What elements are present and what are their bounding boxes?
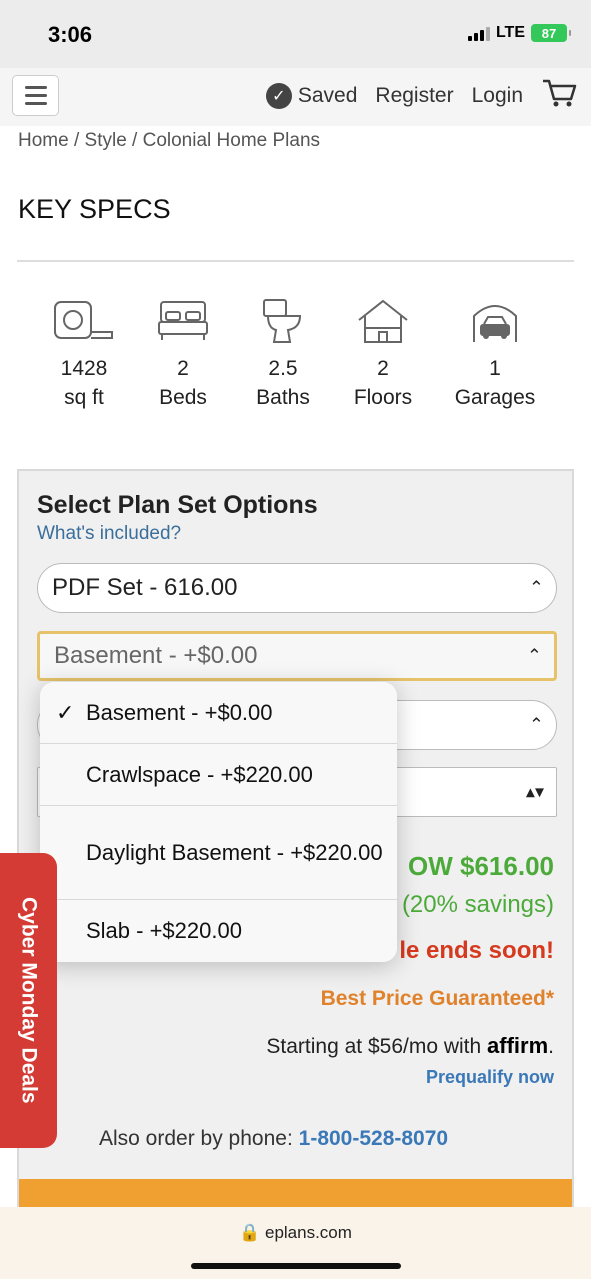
spec-beds: 2 Beds (128, 298, 238, 412)
option-label: Daylight Basement - +$220.00 (86, 839, 383, 865)
top-nav: ✓ Saved Register Login (0, 68, 591, 126)
option-label: Crawlspace - +$220.00 (86, 761, 313, 787)
dropdown-option[interactable]: Slab - +$220.00 (40, 900, 397, 962)
status-bar: 3:06 LTE 87 (0, 0, 591, 68)
spec-garages: 1 Garages (440, 298, 550, 412)
spec-value: 1 (489, 357, 501, 380)
add-to-cart-bar[interactable] (19, 1179, 572, 1209)
spec-label: Baths (256, 386, 310, 409)
option-label: Slab - +$220.00 (86, 918, 242, 943)
url-text: eplans.com (264, 1223, 352, 1242)
url-display: 🔒 eplans.com (0, 1223, 591, 1243)
lock-icon: 🔒 (239, 1223, 261, 1242)
network-label: LTE (495, 24, 525, 41)
status-time: 3:06 (48, 22, 93, 47)
best-price-text: Best Price Guaranteed* (320, 987, 554, 1010)
affirm-logo: affirm (487, 1033, 549, 1058)
savings-text: (20% savings) (401, 891, 554, 918)
up-down-arrows-icon: ▴▾ (525, 781, 544, 802)
signal-icon (467, 25, 490, 41)
battery-icon: 87 (531, 24, 571, 42)
chevron-updown-icon: ⌃ (528, 714, 544, 735)
cyber-monday-tab[interactable]: Cyber Monday Deals (0, 853, 57, 1148)
bed-icon (158, 301, 208, 340)
sale-ends-text: le ends soon! (399, 937, 554, 964)
spec-floors: 2 Floors (328, 298, 438, 412)
foundation-value: Basement - +$0.00 (54, 642, 258, 669)
hamburger-menu-button[interactable] (12, 75, 59, 116)
phone-line: Also order by phone: 1-800-528-8070 (99, 1127, 448, 1151)
plan-set-value: PDF Set - 616.00 (52, 574, 238, 601)
battery-level: 87 (541, 25, 557, 41)
spec-label: Garages (454, 386, 536, 409)
cyber-monday-label: Cyber Monday Deals (17, 897, 41, 1104)
status-indicators: LTE 87 (467, 24, 571, 42)
plan-set-select[interactable]: PDF Set - 616.00 ⌃ (37, 563, 557, 613)
phone-prefix: Also order by phone: (99, 1127, 293, 1150)
check-circle-icon: ✓ (265, 83, 292, 109)
key-specs-title: KEY SPECS (18, 194, 171, 224)
spec-label: Floors (353, 386, 413, 409)
spec-label: sq ft (64, 386, 104, 409)
spec-value: 2 (377, 357, 389, 380)
prequalify-link[interactable]: Prequalify now (426, 1067, 554, 1088)
home-indicator (191, 1263, 401, 1269)
chevron-updown-icon: ⌃ (526, 645, 542, 666)
divider (17, 260, 574, 262)
garage-icon (473, 305, 517, 342)
login-link[interactable]: Login (472, 84, 523, 108)
saved-label: Saved (297, 84, 358, 107)
dropdown-option[interactable]: Daylight Basement - +$220.00 (40, 806, 397, 900)
foundation-dropdown: ✓ Basement - +$0.00 Crawlspace - +$220.0… (40, 682, 397, 962)
plan-options-title: Select Plan Set Options (37, 491, 318, 519)
saved-link[interactable]: ✓ Saved (265, 83, 358, 109)
spec-sqft: 1428 sq ft (29, 298, 139, 412)
spec-value: 2.5 (268, 357, 298, 380)
whats-included-link[interactable]: What's included? (37, 523, 181, 545)
spec-baths: 2.5 Baths (228, 298, 338, 412)
option-label: Basement - +$0.00 (86, 699, 273, 725)
dropdown-option[interactable]: ✓ Basement - +$0.00 (40, 682, 397, 744)
spec-label: Beds (159, 386, 207, 409)
dropdown-option[interactable]: Crawlspace - +$220.00 (40, 744, 397, 806)
nav-links: ✓ Saved Register Login (265, 78, 577, 114)
foundation-select[interactable]: Basement - +$0.00 ⌃ (37, 631, 557, 681)
checkmark-icon: ✓ (56, 699, 75, 725)
affirm-line: Starting at $56/mo with affirm. (266, 1033, 554, 1058)
phone-link[interactable]: 1-800-528-8070 (299, 1127, 448, 1150)
tape-measure-icon (54, 301, 113, 339)
spec-value: 2 (177, 357, 189, 380)
breadcrumb[interactable]: Home / Style / Colonial Home Plans (18, 130, 320, 152)
house-icon (358, 299, 408, 343)
spec-value: 1428 (60, 357, 108, 380)
toilet-icon (263, 299, 302, 343)
cart-icon[interactable] (541, 78, 577, 114)
browser-url-bar[interactable]: 🔒 eplans.com (0, 1207, 591, 1279)
chevron-updown-icon: ⌃ (528, 577, 544, 598)
affirm-prefix: Starting at $56/mo with (266, 1035, 482, 1058)
register-link[interactable]: Register (375, 84, 453, 108)
now-price: OW $616.00 (408, 851, 554, 881)
